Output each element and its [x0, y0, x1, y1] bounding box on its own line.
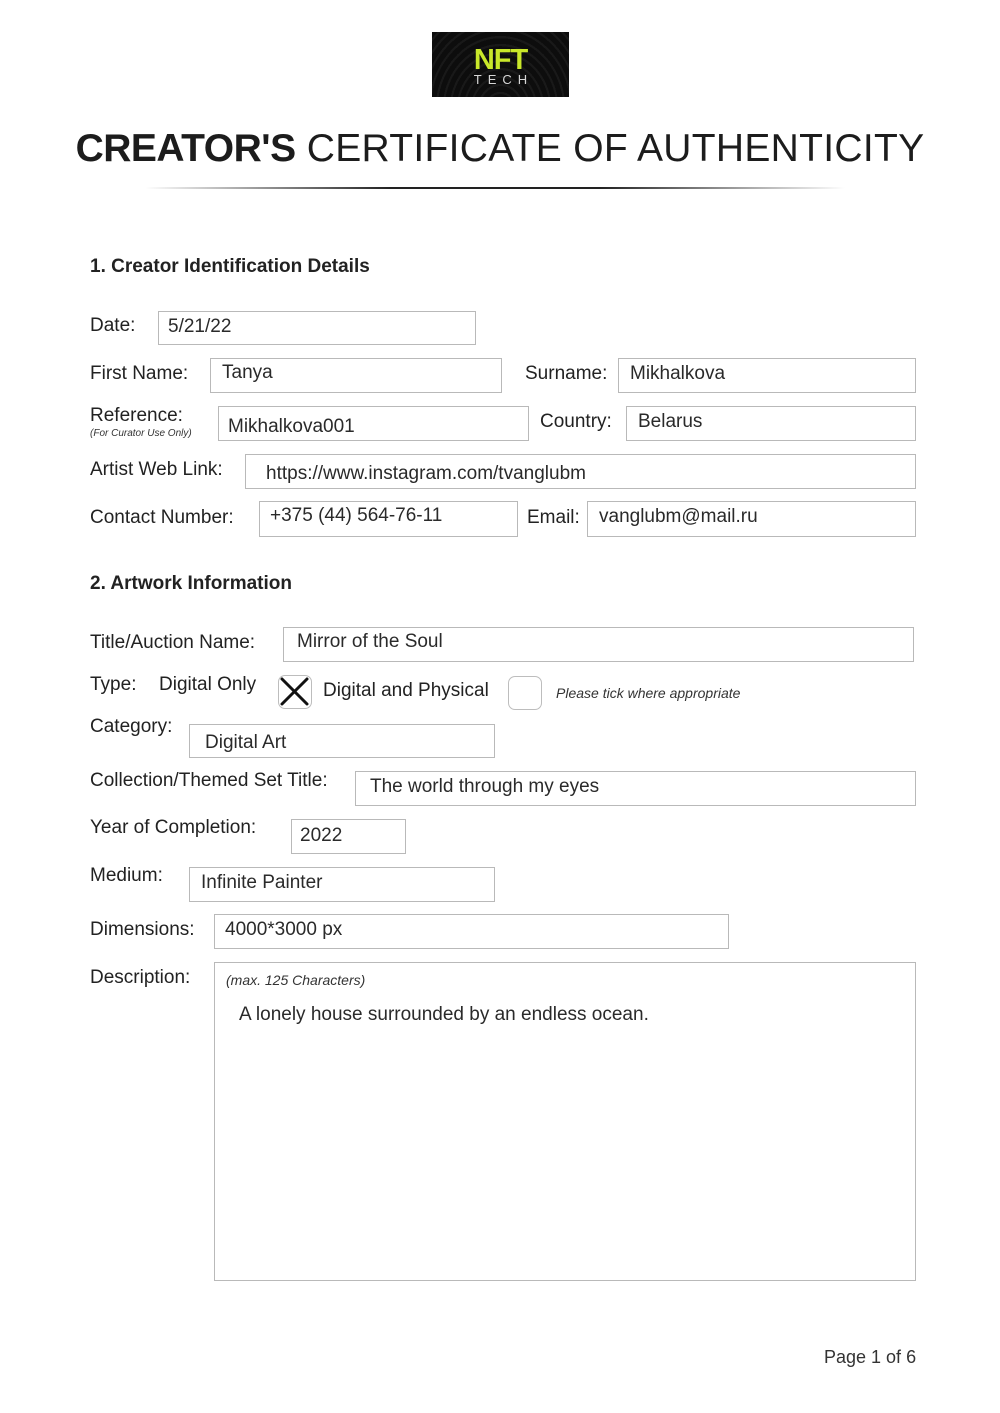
date-label: Date:	[90, 315, 136, 336]
digital-only-checkbox[interactable]	[278, 675, 312, 709]
collection-field[interactable]: The world through my eyes	[355, 771, 916, 806]
first-name-field[interactable]: Tanya	[210, 358, 502, 393]
logo-secondary-text: TECH	[473, 71, 534, 87]
type-label: Type:	[90, 674, 137, 695]
web-link-label: Artist Web Link:	[90, 459, 223, 480]
collection-label: Collection/Themed Set Title:	[90, 770, 328, 791]
nft-tech-logo: NFT TECH	[432, 32, 569, 97]
type-note: Please tick where appropriate	[556, 685, 741, 701]
type-option-digital-only-label: Digital Only	[159, 674, 257, 695]
contact-number-field[interactable]: +375 (44) 564-76-11	[259, 501, 518, 537]
email-label: Email:	[527, 507, 580, 528]
dimensions-label: Dimensions:	[90, 919, 195, 940]
description-value: A lonely house surrounded by an endless …	[239, 1004, 649, 1025]
web-link-field[interactable]: https://www.instagram.com/tvanglubm	[245, 454, 916, 489]
contact-number-label: Contact Number:	[90, 507, 234, 528]
title-divider	[145, 187, 845, 189]
type-option-digital-physical-label: Digital and Physical	[323, 680, 489, 701]
document-title: CREATOR'S CERTIFICATE OF AUTHENTICITY	[0, 127, 1000, 171]
surname-label: Surname:	[525, 363, 608, 384]
section-heading-artwork: 2. Artwork Information	[90, 573, 292, 594]
date-field[interactable]: 5/21/22	[158, 311, 476, 345]
section-heading-creator: 1. Creator Identification Details	[90, 256, 370, 277]
category-label: Category:	[90, 716, 173, 737]
category-field[interactable]: Digital Art	[189, 724, 495, 758]
first-name-label: First Name:	[90, 363, 189, 384]
reference-sublabel: (For Curator Use Only)	[90, 428, 192, 439]
title-auction-label: Title/Auction Name:	[90, 632, 256, 653]
description-textarea[interactable]: (max. 125 Characters) A lonely house sur…	[214, 962, 916, 1281]
title-bold: CREATOR'S	[75, 127, 297, 170]
medium-label: Medium:	[90, 865, 163, 886]
year-label: Year of Completion:	[90, 817, 257, 838]
digital-and-physical-checkbox[interactable]	[508, 676, 542, 710]
title-auction-field[interactable]: Mirror of the Soul	[283, 627, 914, 662]
year-field[interactable]: 2022	[291, 819, 406, 854]
medium-field[interactable]: Infinite Painter	[189, 867, 495, 902]
country-field[interactable]: Belarus	[626, 406, 916, 441]
dimensions-field[interactable]: 4000*3000 px	[214, 914, 729, 949]
checkmark-x-icon	[280, 677, 309, 706]
logo-primary-text: NFT	[473, 43, 528, 76]
surname-field[interactable]: Mikhalkova	[618, 358, 916, 393]
title-rest: CERTIFICATE OF AUTHENTICITY	[306, 127, 925, 170]
description-hint: (max. 125 Characters)	[226, 972, 366, 988]
reference-field[interactable]: Mikhalkova001	[218, 406, 529, 441]
page-number: Page 1 of 6	[824, 1347, 917, 1367]
email-field[interactable]: vanglubm@mail.ru	[587, 501, 916, 537]
country-label: Country:	[540, 411, 612, 432]
reference-label: Reference:	[90, 405, 183, 426]
description-label: Description:	[90, 967, 191, 988]
